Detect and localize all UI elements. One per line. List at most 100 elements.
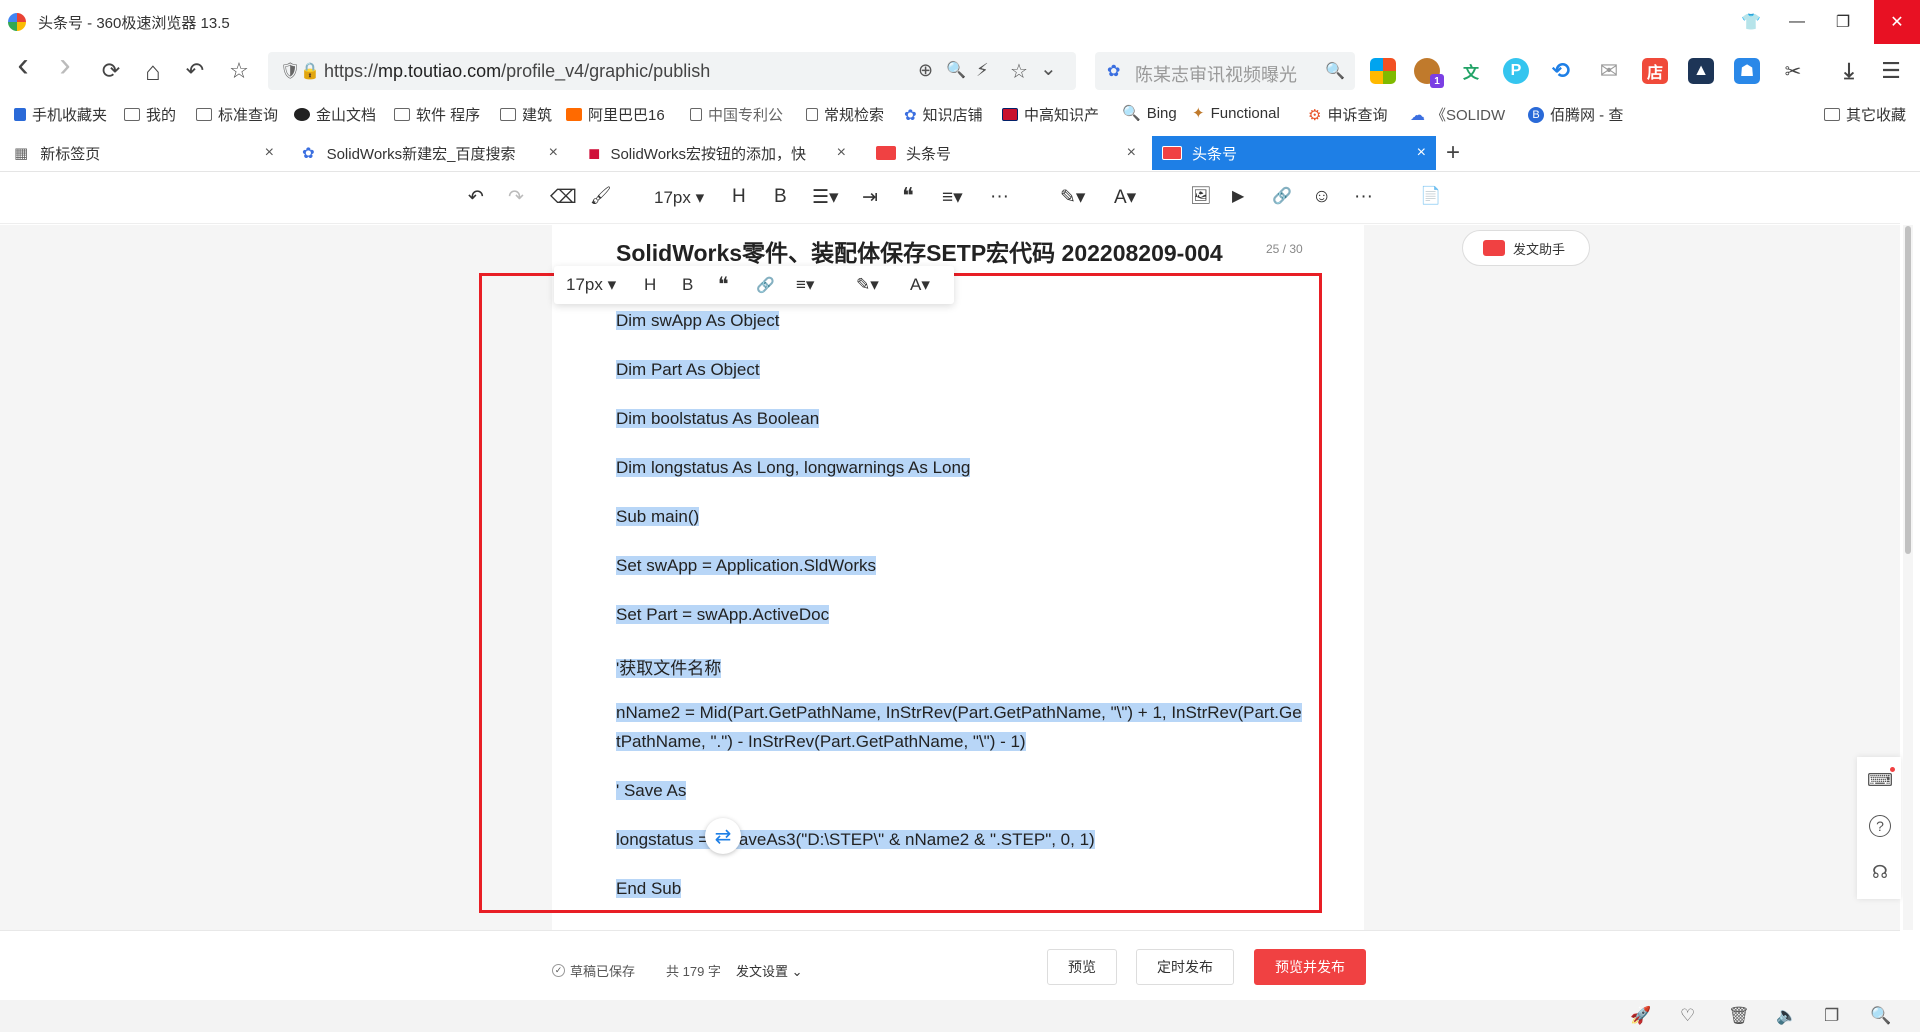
trash-icon[interactable]: 🗑 <box>1728 1006 1750 1026</box>
float-font-size-select[interactable]: 17px ▾ <box>566 275 616 295</box>
code-line[interactable]: tPathName, ".") - InStrRev(Part.GetPathN… <box>616 732 1026 752</box>
float-align-icon[interactable]: ≡▾ <box>796 275 814 295</box>
forward-button[interactable]: › <box>50 46 80 84</box>
bookmark-item[interactable]: ✦ Functional <box>1192 104 1280 123</box>
preview-button[interactable]: 预览 <box>1047 949 1117 985</box>
bookmark-item[interactable]: 中高知识产 <box>1002 104 1099 125</box>
bookmark-item[interactable]: 金山文档 <box>294 104 376 125</box>
scissors-icon[interactable]: ✂ <box>1780 58 1806 84</box>
speaker-icon[interactable]: 🔈 <box>1776 1006 1797 1026</box>
bookmark-folder-other[interactable]: 其它收藏 <box>1824 104 1906 125</box>
reload-button[interactable]: ⟳ <box>96 56 126 86</box>
back-button[interactable]: ‹ <box>8 46 38 84</box>
code-line[interactable]: Dim boolstatus As Boolean <box>616 409 820 429</box>
code-line[interactable]: Set Part = swApp.ActiveDoc <box>616 605 830 625</box>
tab-close-icon[interactable]: × <box>1417 144 1426 162</box>
help-icon[interactable]: ? <box>1869 815 1891 837</box>
preview-and-publish-button[interactable]: 预览并发布 <box>1254 949 1366 985</box>
bookmark-item[interactable]: 🔍 Bing <box>1122 104 1177 123</box>
publish-settings-dropdown[interactable]: 发文设置 ⌄ <box>736 961 803 980</box>
font-size-select[interactable]: 17px ▾ <box>654 188 704 208</box>
writing-assistant-button[interactable]: 发文助手 <box>1462 230 1590 266</box>
close-button[interactable]: ✕ <box>1874 0 1920 44</box>
font-color-icon[interactable]: A▾ <box>1114 186 1136 209</box>
search-icon[interactable]: 🔍 <box>1870 1006 1891 1026</box>
code-line[interactable]: End Sub <box>616 879 682 899</box>
undo-icon[interactable]: ↶ <box>468 186 484 209</box>
undo-close-button[interactable]: ↶ <box>180 56 210 86</box>
dropdown-icon[interactable]: ⌄ <box>1040 56 1057 81</box>
favorite-icon[interactable]: ☆ <box>1010 59 1028 84</box>
code-line[interactable]: '获取文件名称 <box>616 654 722 679</box>
code-line[interactable]: Dim swApp As Object <box>616 311 780 331</box>
apps-grid-icon[interactable] <box>1370 58 1396 84</box>
skin-icon[interactable]: 👕 <box>1728 0 1774 44</box>
p-extension-icon[interactable]: P <box>1503 58 1529 84</box>
float-link-icon[interactable]: 🔗 <box>756 276 775 294</box>
bookmark-item[interactable]: ✿ 知识店铺 <box>904 104 983 125</box>
video-icon[interactable]: ▶ <box>1232 186 1244 206</box>
float-font-color-icon[interactable]: A▾ <box>910 275 930 295</box>
eraser-icon[interactable]: ⌫ <box>550 186 577 209</box>
rocket-icon[interactable]: 🚀 <box>1630 1006 1651 1026</box>
bookmark-item[interactable]: ⚙ 申诉查询 <box>1308 104 1387 125</box>
tab-close-icon[interactable]: × <box>836 144 846 162</box>
bookmark-item[interactable]: 中国专利公 <box>690 104 783 125</box>
scrollbar-thumb[interactable] <box>1905 226 1911 554</box>
pdf-icon[interactable]: ▲ <box>1688 58 1714 84</box>
format-painter-icon[interactable]: 🖌 <box>590 186 612 206</box>
store-icon[interactable]: 店 <box>1642 58 1668 84</box>
highlight-icon[interactable]: ✎▾ <box>1060 186 1085 209</box>
tab-toutiao-active[interactable]: 头条号 × <box>1152 136 1436 170</box>
bookmark-item[interactable]: 常规检索 <box>806 104 884 125</box>
zoom-in-icon[interactable]: ⊕ <box>918 60 933 81</box>
page-settings-icon[interactable]: 📄 <box>1420 186 1441 206</box>
tab-close-icon[interactable]: × <box>1127 144 1136 162</box>
list-icon[interactable]: ☰▾ <box>812 186 839 209</box>
link-icon[interactable]: 🔗 <box>1272 186 1292 206</box>
code-line[interactable]: longstatus = .SaveAs3("D:\STEP\" & nName… <box>616 830 1095 850</box>
search-icon[interactable]: 🔍 <box>1325 61 1345 81</box>
search-input[interactable]: 陈某志审讯视频曝光 <box>1135 61 1297 87</box>
tab-close-icon[interactable]: × <box>265 144 274 162</box>
more-tools-icon[interactable]: ··· <box>1354 186 1373 208</box>
download-icon[interactable]: ⤓ <box>1836 58 1862 84</box>
mail-icon[interactable]: ✉ <box>1596 58 1622 84</box>
align-icon[interactable]: ≡▾ <box>942 186 963 209</box>
search-box[interactable]: ✿ 陈某志审讯视频曝光 🔍 <box>1095 52 1355 90</box>
window-icon[interactable]: ❐ <box>1824 1006 1839 1026</box>
code-line[interactable]: Dim longstatus As Long, longwarnings As … <box>616 458 971 478</box>
more-icon[interactable]: ··· <box>990 186 1009 208</box>
indent-icon[interactable]: ⇥ <box>862 186 878 209</box>
bookmark-item[interactable]: ☁ 《SOLIDW <box>1410 104 1505 125</box>
tab-close-icon[interactable]: × <box>549 144 558 162</box>
sync-icon[interactable]: ⟲ <box>1548 58 1574 84</box>
menu-icon[interactable]: ☰ <box>1878 58 1904 84</box>
float-bold-button[interactable]: B <box>682 275 693 295</box>
translate-icon[interactable]: 文 <box>1458 58 1484 84</box>
address-bar[interactable]: 🛡 🔒 https://mp.toutiao.com/profile_v4/gr… <box>268 52 1076 90</box>
restore-button[interactable]: ❐ <box>1820 0 1866 44</box>
tab-new-tab[interactable]: ▦ 新标签页 × <box>0 136 284 170</box>
quote-icon[interactable]: ❝ <box>902 183 914 209</box>
convert-icon[interactable]: ⇄ <box>705 818 741 854</box>
profile-avatar-icon[interactable]: 1 <box>1414 58 1444 88</box>
heading-button[interactable]: H <box>732 186 746 208</box>
bookmark-item[interactable]: 手机收藏夹 <box>14 104 107 125</box>
code-line[interactable]: Set swApp = Application.SldWorks <box>616 556 877 576</box>
bold-button[interactable]: B <box>774 186 787 208</box>
tab-solidworks-macro[interactable]: ◼ SolidWorks宏按钮的添加，快 × <box>578 136 856 170</box>
bookmark-folder[interactable]: 软件 程序 <box>394 104 480 125</box>
emoji-icon[interactable]: ☺ <box>1312 186 1331 208</box>
image-icon[interactable]: 🖼 <box>1190 186 1212 206</box>
lightning-icon[interactable]: ⚡ <box>976 60 989 81</box>
code-line[interactable]: ' Save As <box>616 781 687 801</box>
code-line[interactable]: nName2 = Mid(Part.GetPathName, InStrRev(… <box>616 703 1302 723</box>
customer-support-icon[interactable]: ☊ <box>1869 861 1891 883</box>
url-text[interactable]: https://mp.toutiao.com/profile_v4/graphi… <box>324 61 710 82</box>
float-heading-button[interactable]: H <box>644 275 656 295</box>
user-extension-icon[interactable]: ☗ <box>1734 58 1760 84</box>
bookmark-item[interactable]: 阿里巴巴16 <box>566 104 665 125</box>
code-line[interactable]: Dim Part As Object <box>616 360 760 380</box>
code-line[interactable]: Sub main() <box>616 507 700 527</box>
